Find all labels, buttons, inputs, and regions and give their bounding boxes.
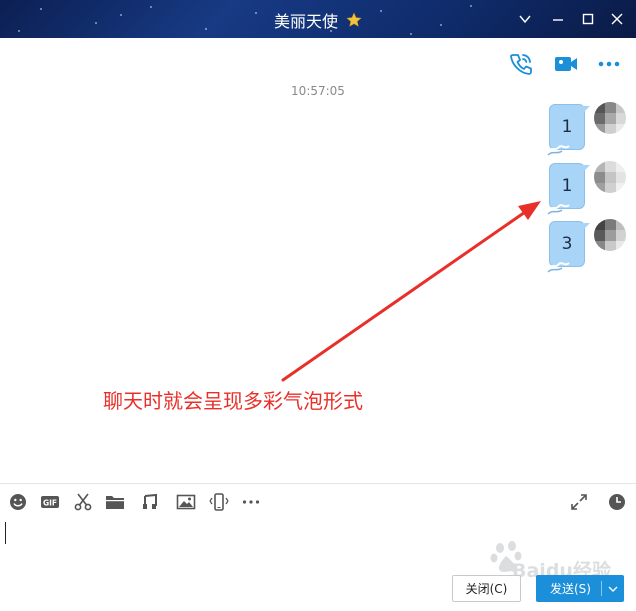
bubble-tail: [581, 106, 590, 115]
text-caret: [5, 522, 6, 544]
message-text: 3: [561, 234, 573, 254]
send-options-chevron-icon[interactable]: [602, 584, 624, 594]
shake-icon[interactable]: [207, 490, 231, 514]
gif-label: GIF: [43, 499, 57, 508]
close-button[interactable]: 关闭(C): [452, 575, 521, 602]
more-icon[interactable]: [595, 50, 623, 78]
folder-icon[interactable]: [103, 490, 127, 514]
send-button-label: 发送(S): [550, 582, 591, 596]
send-button[interactable]: 发送(S): [536, 575, 624, 602]
bubble-wave-decoration: [546, 262, 570, 273]
bubble-tail: [581, 165, 590, 174]
avatar[interactable]: [594, 219, 626, 251]
chat-message: 1: [545, 161, 635, 219]
video-call-icon[interactable]: [552, 50, 580, 78]
message-text: 1: [561, 117, 573, 137]
maximize-icon[interactable]: [578, 9, 598, 29]
more-tools-icon[interactable]: [239, 490, 263, 514]
message-text: 1: [561, 176, 573, 196]
minimize-icon[interactable]: [548, 9, 568, 29]
star-icon: [346, 12, 362, 27]
chat-message: 1: [545, 102, 635, 160]
bubble-wave-decoration: [546, 145, 570, 156]
screenshot-scissors-icon[interactable]: [71, 490, 95, 514]
expand-icon[interactable]: [567, 490, 591, 514]
history-clock-icon[interactable]: [605, 490, 629, 514]
window-title: 美丽天使: [273, 12, 338, 31]
image-icon[interactable]: [174, 490, 198, 514]
annotation-text: 聊天时就会呈现多彩气泡形式: [103, 389, 363, 413]
input-divider: [0, 483, 636, 484]
chevron-down-icon[interactable]: [515, 9, 535, 29]
close-icon[interactable]: [607, 9, 627, 29]
emoji-icon[interactable]: [6, 490, 30, 514]
message-input[interactable]: [0, 516, 636, 568]
bubble-tail: [581, 223, 590, 232]
avatar[interactable]: [594, 161, 626, 193]
music-icon[interactable]: [138, 490, 162, 514]
title-bar: 美丽天使: [0, 0, 636, 38]
window-title-group: 美丽天使: [0, 8, 636, 32]
gif-icon[interactable]: GIF: [38, 490, 62, 514]
message-timestamp: 10:57:05: [291, 84, 345, 98]
avatar[interactable]: [594, 102, 626, 134]
chat-message: 3: [545, 219, 635, 277]
bubble-wave-decoration: [546, 204, 570, 215]
phone-call-icon[interactable]: [507, 50, 535, 78]
